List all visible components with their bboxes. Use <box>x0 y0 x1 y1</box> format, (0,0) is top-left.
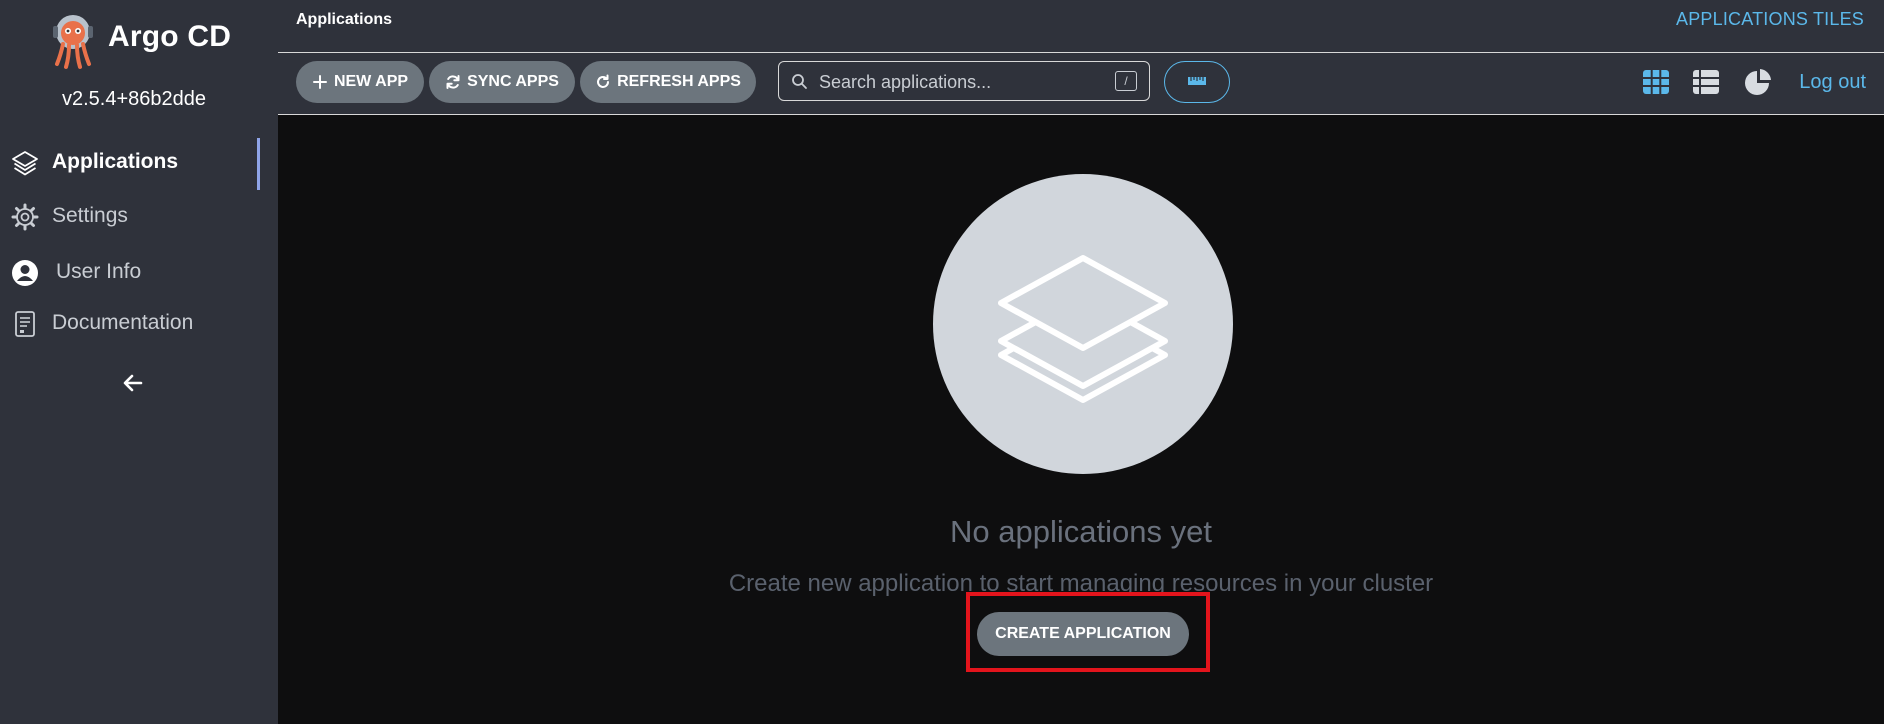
argocd-app: Argo CD v2.5.4+86b2dde Applications Sett… <box>0 0 1884 724</box>
sidebar-item-label: Settings <box>52 204 128 227</box>
sidebar-item-applications[interactable]: Applications <box>0 140 268 184</box>
sidebar-item-documentation[interactable]: Documentation <box>0 301 268 345</box>
list-view-icon[interactable] <box>1691 67 1721 97</box>
active-indicator <box>257 138 260 190</box>
new-app-button[interactable]: NEW APP <box>296 61 424 103</box>
sync-apps-button[interactable]: SYNC APPS <box>429 61 575 103</box>
user-circle-icon <box>12 260 38 286</box>
sync-icon <box>446 75 460 89</box>
brand[interactable]: Argo CD <box>48 12 278 70</box>
ruler-icon <box>1188 77 1206 85</box>
sidebar: Argo CD v2.5.4+86b2dde Applications Sett… <box>0 0 278 724</box>
new-app-label: NEW APP <box>333 73 409 90</box>
page-title: APPLICATIONS TILES <box>1676 9 1864 29</box>
filter-toggle-button[interactable] <box>1164 61 1230 103</box>
sidebar-item-label: User Info <box>56 260 142 283</box>
sidebar-item-label: Applications <box>52 150 179 173</box>
search-icon <box>792 74 807 89</box>
refresh-apps-label: REFRESH APPS <box>617 73 741 90</box>
empty-state-title: No applications yet <box>950 514 1212 549</box>
sidebar-item-user-info[interactable]: User Info <box>0 250 268 294</box>
search-box[interactable]: / <box>778 61 1150 101</box>
layers-icon <box>12 151 38 176</box>
arrow-left-icon[interactable] <box>120 370 146 396</box>
layers-icon <box>998 255 1168 403</box>
search-input[interactable] <box>817 66 1101 98</box>
refresh-icon <box>597 74 610 88</box>
brand-name: Argo CD <box>108 20 232 53</box>
sidebar-item-settings[interactable]: Settings <box>0 194 268 238</box>
argo-logo-icon <box>53 15 93 69</box>
book-icon <box>15 311 35 337</box>
toolbar: NEW APP SYNC APPS REFRESH APPS / <box>278 53 1884 115</box>
breadcrumb[interactable]: Applications <box>296 11 392 29</box>
tiles-view-icon[interactable] <box>1641 67 1671 97</box>
sync-apps-label: SYNC APPS <box>467 73 559 90</box>
top-header: Applications APPLICATIONS TILES <box>278 0 1884 53</box>
refresh-apps-button[interactable]: REFRESH APPS <box>580 61 756 103</box>
version-label: v2.5.4+86b2dde <box>61 88 207 110</box>
gear-icon <box>11 203 39 231</box>
empty-state-subtitle: Create new application to start managing… <box>728 570 1434 597</box>
search-shortcut-hint: / <box>1115 71 1137 91</box>
logout-link[interactable]: Log out <box>1799 71 1866 94</box>
create-application-button[interactable]: CREATE APPLICATION <box>977 612 1189 656</box>
empty-state-illustration <box>933 174 1233 474</box>
plus-icon <box>312 75 327 89</box>
pie-chart-view-icon[interactable] <box>1743 67 1773 97</box>
sidebar-item-label: Documentation <box>52 311 194 334</box>
